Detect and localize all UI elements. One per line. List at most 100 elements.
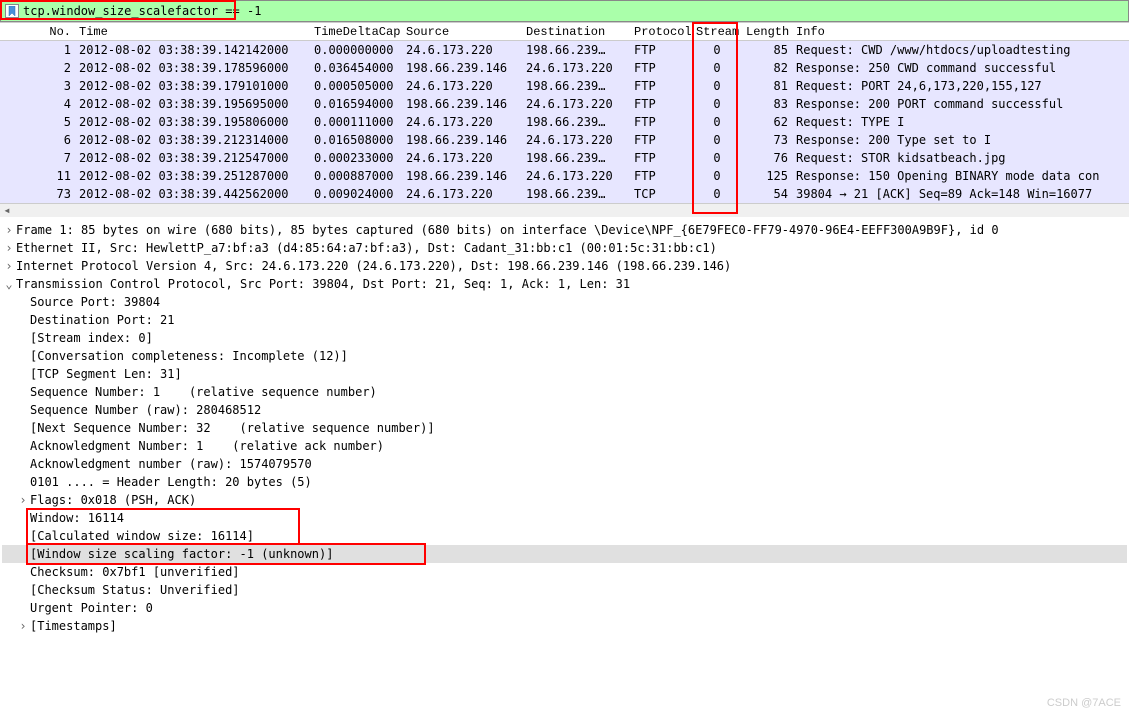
expand-icon[interactable]: › bbox=[2, 239, 16, 257]
cell-delta: 0.000505000 bbox=[310, 78, 402, 94]
cell-src: 198.66.239.146 bbox=[402, 132, 522, 148]
tcp-ack-number[interactable]: Acknowledgment Number: 1 (relative ack n… bbox=[2, 437, 1127, 455]
tcp-header-len[interactable]: 0101 .... = Header Length: 20 bytes (5) bbox=[2, 473, 1127, 491]
cell-proto: FTP bbox=[630, 60, 692, 76]
cell-proto: FTP bbox=[630, 168, 692, 184]
cell-delta: 0.016508000 bbox=[310, 132, 402, 148]
cell-dst: 24.6.173.220 bbox=[522, 60, 630, 76]
cell-len: 85 bbox=[742, 42, 792, 58]
col-header-stream[interactable]: Stream bbox=[692, 24, 742, 40]
col-header-destination[interactable]: Destination bbox=[522, 24, 630, 40]
watermark: CSDN @7ACE bbox=[1047, 697, 1121, 709]
cell-len: 73 bbox=[742, 132, 792, 148]
cell-stream: 0 bbox=[692, 114, 742, 130]
col-header-delta[interactable]: TimeDeltaCap bbox=[310, 24, 402, 40]
cell-stream: 0 bbox=[692, 168, 742, 184]
tcp-window-scale-factor[interactable]: [Window size scaling factor: -1 (unknown… bbox=[2, 545, 1127, 563]
cell-info: Request: PORT 24,6,173,220,155,127 bbox=[792, 78, 1129, 94]
cell-no: 5 bbox=[0, 114, 75, 130]
cell-time: 2012-08-02 03:38:39.251287000 bbox=[75, 168, 310, 184]
tcp-conv-completeness[interactable]: [Conversation completeness: Incomplete (… bbox=[2, 347, 1127, 365]
tcp-source-port[interactable]: Source Port: 39804 bbox=[2, 293, 1127, 311]
cell-dst: 24.6.173.220 bbox=[522, 132, 630, 148]
expand-icon[interactable]: › bbox=[2, 221, 16, 239]
packet-list-header[interactable]: No. Time TimeDeltaCap Source Destination… bbox=[0, 23, 1129, 41]
cell-time: 2012-08-02 03:38:39.195695000 bbox=[75, 96, 310, 112]
expand-icon[interactable]: › bbox=[16, 491, 30, 509]
cell-stream: 0 bbox=[692, 78, 742, 94]
tree-item-ethernet[interactable]: ›Ethernet II, Src: HewlettP_a7:bf:a3 (d4… bbox=[2, 239, 1127, 257]
cell-src: 24.6.173.220 bbox=[402, 150, 522, 166]
cell-info: Response: 200 PORT command successful bbox=[792, 96, 1129, 112]
tree-item-flags[interactable]: ›Flags: 0x018 (PSH, ACK) bbox=[2, 491, 1127, 509]
packet-row[interactable]: 112012-08-02 03:38:39.2512870000.0008870… bbox=[0, 167, 1129, 185]
expand-icon[interactable]: › bbox=[2, 257, 16, 275]
tree-item-timestamps[interactable]: ›[Timestamps] bbox=[2, 617, 1127, 635]
cell-delta: 0.000111000 bbox=[310, 114, 402, 130]
cell-no: 7 bbox=[0, 150, 75, 166]
packet-list-pane[interactable]: No. Time TimeDeltaCap Source Destination… bbox=[0, 22, 1129, 203]
cell-info: Response: 200 Type set to I bbox=[792, 132, 1129, 148]
packet-row[interactable]: 12012-08-02 03:38:39.1421420000.00000000… bbox=[0, 41, 1129, 59]
cell-stream: 0 bbox=[692, 132, 742, 148]
cell-stream: 0 bbox=[692, 150, 742, 166]
cell-delta: 0.000233000 bbox=[310, 150, 402, 166]
cell-delta: 0.036454000 bbox=[310, 60, 402, 76]
tcp-dest-port[interactable]: Destination Port: 21 bbox=[2, 311, 1127, 329]
cell-proto: FTP bbox=[630, 78, 692, 94]
collapse-icon[interactable]: ⌄ bbox=[2, 275, 16, 293]
cell-stream: 0 bbox=[692, 186, 742, 202]
tcp-urgent-pointer[interactable]: Urgent Pointer: 0 bbox=[2, 599, 1127, 617]
tcp-checksum-status[interactable]: [Checksum Status: Unverified] bbox=[2, 581, 1127, 599]
tree-item-tcp[interactable]: ⌄Transmission Control Protocol, Src Port… bbox=[2, 275, 1127, 293]
tree-item-ip[interactable]: ›Internet Protocol Version 4, Src: 24.6.… bbox=[2, 257, 1127, 275]
tcp-stream-index[interactable]: [Stream index: 0] bbox=[2, 329, 1127, 347]
tcp-window[interactable]: Window: 16114 bbox=[2, 509, 1127, 527]
tcp-seq-raw[interactable]: Sequence Number (raw): 280468512 bbox=[2, 401, 1127, 419]
display-filter-input[interactable]: tcp.window_size_scalefactor == -1 bbox=[23, 4, 261, 18]
col-header-source[interactable]: Source bbox=[402, 24, 522, 40]
tcp-ack-raw[interactable]: Acknowledgment number (raw): 1574079570 bbox=[2, 455, 1127, 473]
cell-src: 198.66.239.146 bbox=[402, 96, 522, 112]
col-header-protocol[interactable]: Protocol bbox=[630, 24, 692, 40]
cell-info: Request: TYPE I bbox=[792, 114, 1129, 130]
packet-row[interactable]: 22012-08-02 03:38:39.1785960000.03645400… bbox=[0, 59, 1129, 77]
cell-stream: 0 bbox=[692, 42, 742, 58]
col-header-length[interactable]: Length bbox=[742, 24, 792, 40]
packet-row[interactable]: 62012-08-02 03:38:39.2123140000.01650800… bbox=[0, 131, 1129, 149]
cell-time: 2012-08-02 03:38:39.178596000 bbox=[75, 60, 310, 76]
horizontal-scrollbar[interactable]: ◂ bbox=[0, 203, 1129, 217]
packet-row[interactable]: 32012-08-02 03:38:39.1791010000.00050500… bbox=[0, 77, 1129, 95]
bookmark-icon[interactable] bbox=[5, 4, 19, 18]
cell-no: 73 bbox=[0, 186, 75, 202]
cell-proto: FTP bbox=[630, 150, 692, 166]
col-header-time[interactable]: Time bbox=[75, 24, 310, 40]
col-header-no[interactable]: No. bbox=[0, 24, 75, 40]
tcp-next-seq[interactable]: [Next Sequence Number: 32 (relative sequ… bbox=[2, 419, 1127, 437]
tcp-calc-window[interactable]: [Calculated window size: 16114] bbox=[2, 527, 1127, 545]
cell-proto: FTP bbox=[630, 42, 692, 58]
tcp-segment-len[interactable]: [TCP Segment Len: 31] bbox=[2, 365, 1127, 383]
display-filter-bar[interactable]: tcp.window_size_scalefactor == -1 bbox=[0, 0, 1129, 22]
packet-details-pane[interactable]: ›Frame 1: 85 bytes on wire (680 bits), 8… bbox=[0, 217, 1129, 710]
cell-len: 62 bbox=[742, 114, 792, 130]
cell-time: 2012-08-02 03:38:39.195806000 bbox=[75, 114, 310, 130]
col-header-info[interactable]: Info bbox=[792, 24, 1129, 40]
tree-item-frame[interactable]: ›Frame 1: 85 bytes on wire (680 bits), 8… bbox=[2, 221, 1127, 239]
packet-row[interactable]: 52012-08-02 03:38:39.1958060000.00011100… bbox=[0, 113, 1129, 131]
expand-icon[interactable]: › bbox=[16, 617, 30, 635]
packet-row[interactable]: 72012-08-02 03:38:39.2125470000.00023300… bbox=[0, 149, 1129, 167]
cell-len: 83 bbox=[742, 96, 792, 112]
packet-row[interactable]: 732012-08-02 03:38:39.4425620000.0090240… bbox=[0, 185, 1129, 203]
tcp-checksum[interactable]: Checksum: 0x7bf1 [unverified] bbox=[2, 563, 1127, 581]
cell-proto: TCP bbox=[630, 186, 692, 202]
cell-len: 76 bbox=[742, 150, 792, 166]
cell-len: 54 bbox=[742, 186, 792, 202]
tcp-seq-number[interactable]: Sequence Number: 1 (relative sequence nu… bbox=[2, 383, 1127, 401]
cell-info: Response: 250 CWD command successful bbox=[792, 60, 1129, 76]
scroll-left-arrow[interactable]: ◂ bbox=[0, 204, 14, 218]
cell-len: 82 bbox=[742, 60, 792, 76]
cell-len: 81 bbox=[742, 78, 792, 94]
cell-time: 2012-08-02 03:38:39.142142000 bbox=[75, 42, 310, 58]
packet-row[interactable]: 42012-08-02 03:38:39.1956950000.01659400… bbox=[0, 95, 1129, 113]
